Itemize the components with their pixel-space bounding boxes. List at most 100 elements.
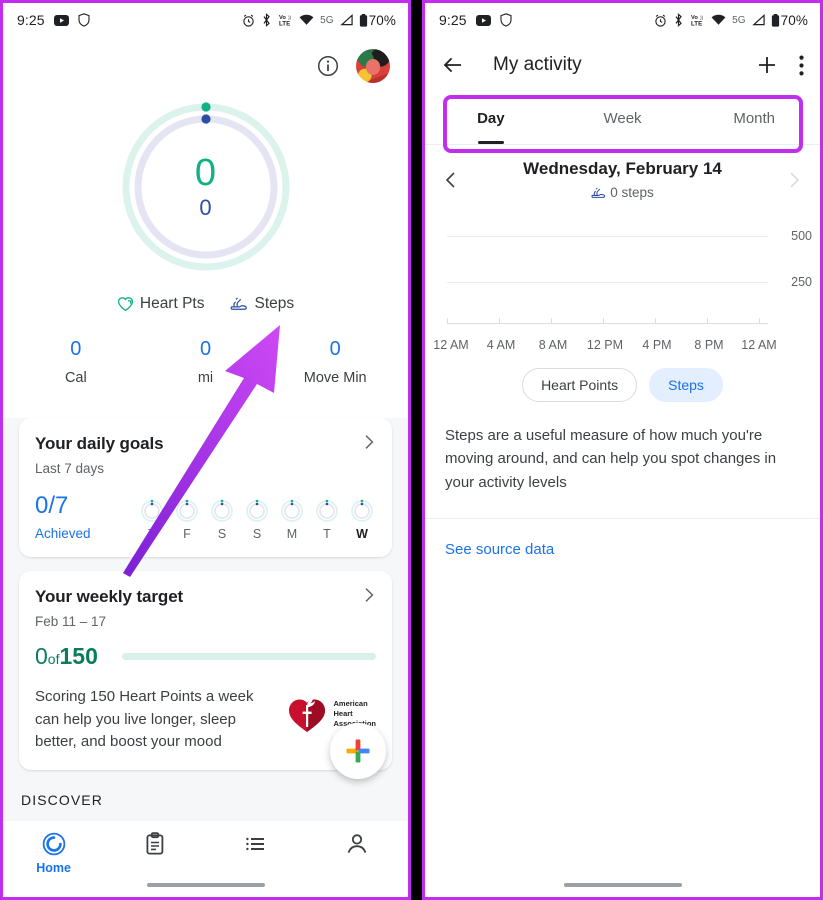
- network-type-label: 5G: [732, 14, 746, 26]
- weekday-rings: T F S S M T W: [140, 499, 376, 541]
- x-tick-label: 8 PM: [694, 338, 724, 353]
- chip-heart-points[interactable]: Heart Points: [522, 368, 638, 402]
- home-ring-icon: [41, 831, 67, 857]
- chevron-left-icon[interactable]: [441, 170, 461, 190]
- status-bar-left-group: 9:25: [17, 12, 90, 28]
- activity-rings[interactable]: 0 0: [3, 101, 408, 291]
- browse-list-icon: [243, 831, 269, 857]
- wifi-icon: [299, 14, 314, 26]
- google-plus-icon: [346, 739, 370, 763]
- back-arrow-icon[interactable]: [441, 53, 465, 77]
- stat-move-min[interactable]: 0 Move Min: [270, 337, 400, 386]
- stat-label: Cal: [64, 370, 87, 386]
- app-bar-actions: [755, 53, 804, 77]
- status-bar-right: 9:25 Vo)) LTE 5G 70%: [425, 3, 820, 37]
- day-ring[interactable]: T: [140, 499, 164, 541]
- day-label: S: [217, 527, 227, 541]
- tab-month[interactable]: Month: [688, 93, 820, 144]
- x-tick-label: 12 AM: [741, 338, 777, 353]
- steps-legend[interactable]: Steps: [230, 295, 294, 313]
- card-title: Your daily goals: [35, 434, 164, 453]
- nav-item-home[interactable]: Home: [3, 831, 104, 875]
- steps-chart[interactable]: 500 250 12 AM 4 AM 8 AM 12 PM 4 PM 8 PM …: [425, 218, 820, 354]
- day-ring[interactable]: M: [280, 499, 304, 541]
- shield-icon: [78, 13, 90, 27]
- user-avatar[interactable]: [356, 49, 390, 83]
- day-label: T: [148, 527, 156, 541]
- youtube-icon: [475, 14, 491, 26]
- x-axis-line: [447, 323, 768, 324]
- journal-icon: [142, 831, 168, 857]
- stat-value: 0: [199, 338, 212, 360]
- weekly-body-text: Scoring 150 Heart Points a week can help…: [35, 688, 254, 750]
- weekly-progress-row: 0of150: [35, 645, 376, 668]
- day-ring[interactable]: T: [315, 499, 339, 541]
- tab-label: Week: [603, 110, 642, 127]
- weekly-body-row: Scoring 150 Heart Points a week can help…: [35, 686, 376, 754]
- left-app-bar: [3, 37, 408, 95]
- period-tabs: Day Week Month: [425, 93, 820, 145]
- signal-icon: [339, 14, 353, 26]
- network-type-label: 5G: [320, 14, 334, 26]
- ytick-label-500: 500: [791, 229, 812, 243]
- svg-text:)): )): [288, 15, 292, 20]
- svg-text:)): )): [700, 15, 704, 20]
- x-tick: [707, 318, 708, 324]
- x-tick-label: 8 AM: [538, 338, 568, 353]
- chevron-right-icon[interactable]: [360, 433, 378, 451]
- stat-distance[interactable]: 0 mi: [141, 337, 271, 386]
- battery-icon: 70%: [359, 13, 396, 28]
- heart-points-legend[interactable]: Heart Pts: [117, 295, 205, 313]
- svg-text:LTE: LTE: [279, 20, 290, 27]
- status-bar-right-group: Vo)) LTE 5G 70%: [654, 13, 808, 28]
- alarm-icon: [242, 14, 255, 27]
- day-ring-current[interactable]: W: [350, 499, 374, 541]
- x-tick-label: 4 AM: [486, 338, 516, 353]
- chip-steps[interactable]: Steps: [649, 368, 723, 402]
- nav-item-journal[interactable]: [104, 831, 205, 857]
- weekly-progress-value: 0: [35, 643, 48, 669]
- info-icon[interactable]: [316, 54, 340, 78]
- status-bar-left: 9:25 Vo)) LTE 5G 70%: [3, 3, 408, 37]
- nav-item-browse[interactable]: [206, 831, 307, 857]
- x-tick-label: 12 AM: [433, 338, 469, 353]
- x-tick-label: 12 PM: [586, 338, 624, 353]
- add-activity-fab[interactable]: [330, 723, 386, 779]
- wifi-icon: [711, 14, 726, 26]
- day-label: W: [356, 527, 368, 541]
- chevron-right-icon[interactable]: [360, 586, 378, 604]
- status-bar-left-group: 9:25: [439, 12, 512, 28]
- day-ring[interactable]: S: [245, 499, 269, 541]
- bluetooth-icon: [261, 13, 272, 27]
- volte-icon: Vo)) LTE: [278, 13, 293, 27]
- heart-points-label: Heart Pts: [139, 295, 205, 312]
- tab-week[interactable]: Week: [557, 93, 689, 144]
- stat-label: mi: [197, 370, 214, 386]
- nav-item-profile[interactable]: [307, 831, 408, 857]
- tab-label: Month: [733, 110, 776, 127]
- alarm-icon: [654, 14, 667, 27]
- tab-indicator: [477, 140, 504, 144]
- stat-calories[interactable]: 0 Cal: [11, 337, 141, 386]
- see-source-data-link[interactable]: See source data: [425, 519, 820, 580]
- daily-goals-card[interactable]: Your daily goals Last 7 days 0/7 Achieve…: [19, 418, 392, 557]
- status-bar-right-group: Vo)) LTE 5G 70%: [242, 13, 396, 28]
- card-title: Your weekly target: [35, 587, 184, 606]
- day-ring[interactable]: S: [210, 499, 234, 541]
- tab-day[interactable]: Day: [425, 93, 557, 144]
- signal-icon: [751, 14, 765, 26]
- date-summary: 0 steps: [461, 185, 784, 200]
- date-display: Wednesday, February 14 0 steps: [461, 159, 784, 200]
- card-date-range: Feb 11 – 17: [35, 614, 107, 629]
- home-gesture-bar: [563, 883, 682, 887]
- shoe-icon: [230, 296, 248, 312]
- more-vertical-icon[interactable]: [799, 55, 804, 76]
- youtube-icon: [53, 14, 69, 26]
- steps-label: Steps: [254, 295, 295, 312]
- day-ring[interactable]: F: [175, 499, 199, 541]
- chevron-right-icon: [784, 170, 804, 190]
- stats-row: 0 Cal 0 mi 0 Move Min: [3, 337, 408, 404]
- plus-icon[interactable]: [755, 53, 779, 77]
- metric-description: Steps are a useful measure of how much y…: [445, 427, 777, 491]
- battery-icon: 70%: [771, 13, 808, 28]
